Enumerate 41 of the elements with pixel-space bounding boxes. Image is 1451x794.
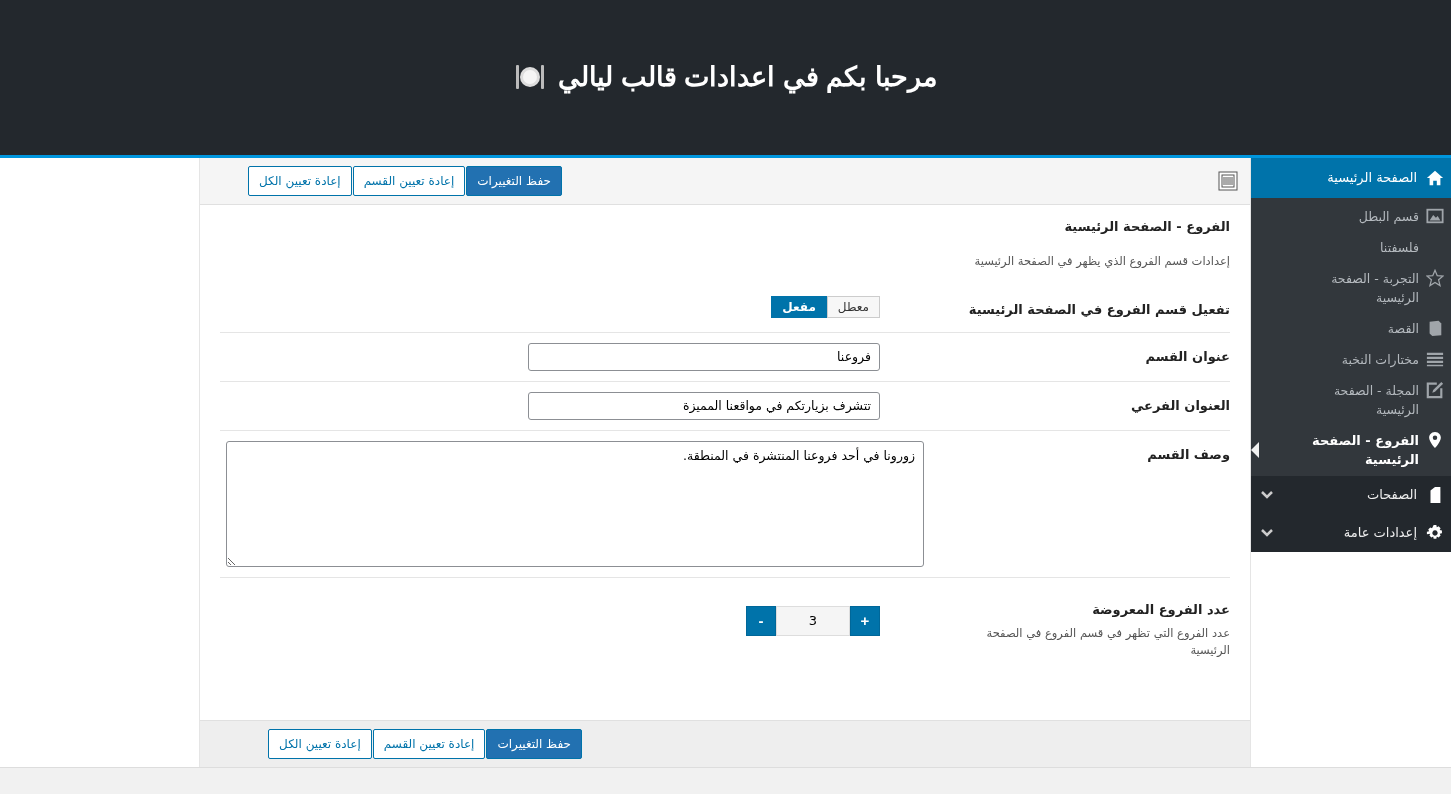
- section-description: إعدادات قسم الفروع الذي يظهر في الصفحة الرئيسية: [973, 253, 1230, 268]
- layout-icon[interactable]: [1218, 170, 1238, 191]
- image-icon: [1426, 206, 1444, 225]
- reset-button[interactable]: إعادة تعيين القسم: [352, 165, 466, 196]
- map-pin-icon: [1426, 430, 1444, 449]
- sidebar-item[interactable]: الصفحات: [1251, 475, 1451, 514]
- increment-button[interactable]: +: [850, 605, 880, 636]
- textarea-field[interactable]: زورونا في أحد فروعنا المنتشرة في المنطقة.: [226, 440, 924, 567]
- sidebar-subitem[interactable]: قسم البطل: [1251, 201, 1451, 233]
- field-label: العنوان الفرعي: [1129, 396, 1230, 413]
- reset-button[interactable]: إعادة تعيين الكل: [268, 729, 372, 760]
- toggle-option[interactable]: معطل: [826, 295, 880, 318]
- number-input[interactable]: 3: [776, 605, 850, 636]
- save-button[interactable]: حفظ التغييرات: [486, 729, 582, 760]
- sidebar-subitem[interactable]: التجربة - الصفحة الرئيسية: [1251, 263, 1451, 314]
- sidebar-subitem[interactable]: مختارات النخبة: [1251, 344, 1451, 376]
- edit-icon: [1426, 380, 1444, 399]
- sidebar-subitem[interactable]: فلسفتنا: [1251, 232, 1451, 264]
- sidebar-subitem[interactable]: القصة: [1251, 313, 1451, 345]
- decrement-button[interactable]: -: [746, 605, 776, 636]
- text-input[interactable]: تتشرف بزيارتكم في مواقعنا المميزة: [528, 391, 880, 420]
- chevron-icon: [1261, 528, 1273, 537]
- field-description: عدد الفروع التي تظهر في قسم الفروع في الصفحة الرئيسية: [985, 624, 1230, 659]
- section-title: الفروع - الصفحة الرئيسية: [1063, 218, 1230, 234]
- sidebar-item[interactable]: الصفحة الرئيسية: [1251, 157, 1451, 198]
- field-label: تفعيل قسم الفروع في الصفحة الرئيسية: [967, 300, 1230, 317]
- save-button[interactable]: حفظ التغييرات: [466, 165, 562, 196]
- field-label: عنوان القسم: [1144, 347, 1230, 364]
- star-icon: [1426, 268, 1444, 287]
- chevron-icon: [1261, 490, 1273, 499]
- sidebar-subitem[interactable]: المجلة - الصفحة الرئيسية: [1251, 375, 1451, 426]
- toggle-option[interactable]: مفعل: [771, 295, 827, 318]
- sidebar-item[interactable]: إعدادات عامة: [1251, 513, 1451, 552]
- page-title: مرحبا بكم في اعدادات قالب ليالي: [558, 61, 937, 94]
- text-input[interactable]: فروعنا: [528, 342, 880, 371]
- reset-button[interactable]: إعادة تعيين القسم: [372, 729, 486, 760]
- gear-icon: [1426, 523, 1444, 542]
- home-icon: [1426, 168, 1444, 187]
- field-label: عدد الفروع المعروضة: [1091, 600, 1230, 617]
- reset-button[interactable]: إعادة تعيين الكل: [248, 165, 352, 196]
- field-label: وصف القسم: [1146, 445, 1230, 462]
